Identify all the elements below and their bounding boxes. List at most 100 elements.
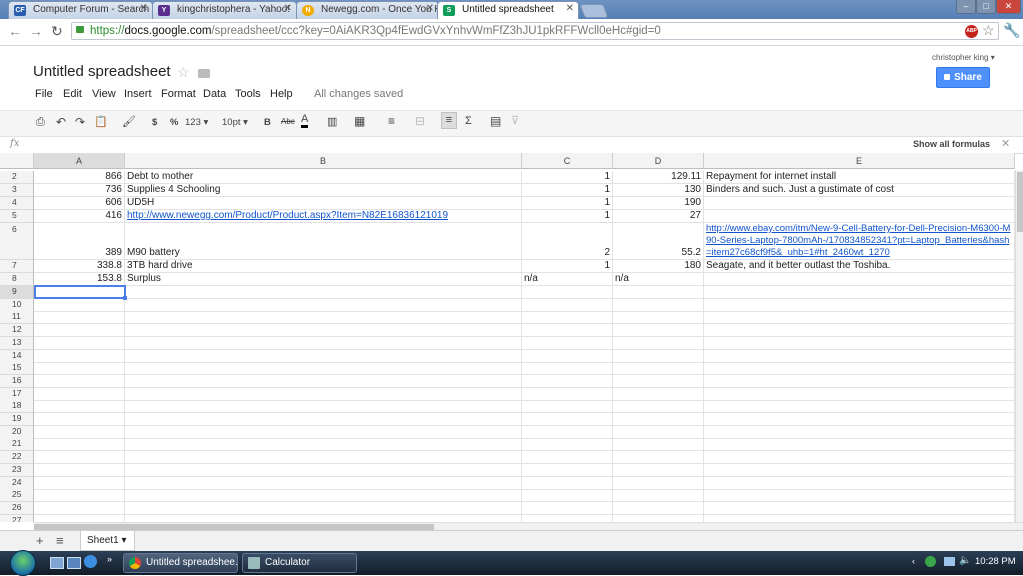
row-header[interactable]: 16	[0, 374, 34, 388]
font-size-dropdown[interactable]: 10pt ▾	[222, 117, 248, 128]
empty-cell[interactable]	[522, 311, 613, 325]
empty-cell[interactable]	[613, 286, 704, 299]
empty-cell[interactable]	[704, 413, 1015, 426]
taskbar-item-calculator[interactable]: Calculator	[242, 553, 357, 573]
row-header[interactable]: 25	[0, 489, 34, 503]
cell-d2[interactable]: 129.11	[613, 171, 704, 184]
row-header[interactable]: 2	[0, 171, 34, 184]
maximize-button[interactable]: □	[976, 0, 996, 14]
row-header[interactable]: 8	[0, 273, 34, 286]
cell-b3[interactable]: Supplies 4 Schooling	[125, 184, 522, 197]
cell-e6-link[interactable]: http://www.ebay.com/itm/New-9-Cell-Batte…	[704, 223, 1015, 260]
row-header[interactable]: 3	[0, 184, 34, 197]
empty-cell[interactable]	[613, 438, 704, 452]
cell-c7[interactable]: 1	[522, 260, 613, 273]
empty-cell[interactable]	[125, 387, 522, 401]
internet-explorer-icon[interactable]	[84, 555, 97, 568]
empty-cell[interactable]	[613, 501, 704, 515]
empty-cell[interactable]	[34, 501, 125, 515]
borders-icon[interactable]: ▦	[354, 114, 365, 128]
empty-cell[interactable]	[125, 501, 522, 515]
cell-b8[interactable]: Surplus	[125, 273, 522, 286]
sheet-list-button[interactable]: ≡	[56, 533, 64, 548]
spreadsheet-grid[interactable]: A B C D E 2 866 Debt to mother 1 129.11 …	[0, 153, 1015, 522]
cell-e4[interactable]	[704, 197, 1015, 210]
row-header[interactable]: 19	[0, 413, 34, 426]
row-header[interactable]: 15	[0, 362, 34, 376]
bold-button[interactable]: B	[264, 117, 271, 128]
empty-cell[interactable]	[613, 425, 704, 439]
sum-button[interactable]: Σ	[465, 115, 472, 127]
empty-cell[interactable]	[522, 336, 613, 350]
empty-cell[interactable]	[704, 463, 1015, 477]
star-icon[interactable]: ☆	[177, 64, 190, 81]
empty-cell[interactable]	[34, 489, 125, 503]
empty-cell[interactable]	[613, 476, 704, 490]
empty-cell[interactable]	[613, 311, 704, 325]
empty-cell[interactable]	[34, 311, 125, 325]
empty-cell[interactable]	[613, 336, 704, 350]
menu-help[interactable]: Help	[270, 88, 293, 100]
empty-cell[interactable]	[125, 413, 522, 426]
empty-cell[interactable]	[125, 425, 522, 439]
empty-cell[interactable]	[125, 324, 522, 338]
row-header[interactable]: 6	[0, 223, 34, 260]
empty-cell[interactable]	[34, 336, 125, 350]
row-header[interactable]: 12	[0, 324, 34, 338]
cell-c8[interactable]: n/a	[522, 273, 613, 286]
empty-cell[interactable]	[522, 514, 613, 522]
empty-cell[interactable]	[125, 451, 522, 465]
empty-cell[interactable]	[613, 374, 704, 388]
row-header[interactable]: 27	[0, 514, 34, 522]
bookmark-star-icon[interactable]: ☆	[982, 22, 995, 39]
empty-cell[interactable]	[613, 451, 704, 465]
empty-cell[interactable]	[522, 413, 613, 426]
empty-cell[interactable]	[704, 286, 1015, 299]
cell-e8[interactable]	[704, 273, 1015, 286]
empty-cell[interactable]	[704, 400, 1015, 414]
show-desktop-icon[interactable]	[50, 557, 64, 569]
cell-a4[interactable]: 606	[34, 197, 125, 210]
vertical-scrollbar[interactable]	[1015, 170, 1023, 522]
selected-cell-a9[interactable]	[34, 285, 126, 299]
formula-bar[interactable]: fx Show all formulas ✕	[0, 137, 1023, 154]
row-header[interactable]: 5	[0, 210, 34, 223]
empty-cell[interactable]	[613, 362, 704, 376]
empty-cell[interactable]	[522, 476, 613, 490]
empty-cell[interactable]	[704, 324, 1015, 338]
empty-cell[interactable]	[704, 425, 1015, 439]
empty-cell[interactable]	[34, 349, 125, 363]
minimize-button[interactable]: –	[956, 0, 976, 14]
row-header[interactable]: 17	[0, 387, 34, 401]
empty-cell[interactable]	[522, 425, 613, 439]
row-header[interactable]: 26	[0, 501, 34, 515]
fill-handle[interactable]	[123, 296, 127, 300]
cell-d4[interactable]: 190	[613, 197, 704, 210]
menu-tools[interactable]: Tools	[235, 88, 261, 100]
menu-data[interactable]: Data	[203, 88, 226, 100]
empty-cell[interactable]	[34, 463, 125, 477]
empty-cell[interactable]	[34, 514, 125, 522]
menu-insert[interactable]: Insert	[124, 88, 152, 100]
empty-cell[interactable]	[34, 324, 125, 338]
empty-cell[interactable]	[125, 362, 522, 376]
close-icon[interactable]: ✕	[1001, 137, 1010, 150]
empty-cell[interactable]	[522, 349, 613, 363]
abp-extension-icon[interactable]: ABP	[965, 25, 978, 38]
start-button[interactable]	[10, 550, 36, 576]
empty-cell[interactable]	[704, 298, 1015, 312]
row-header[interactable]: 4	[0, 197, 34, 210]
cell-b5-link[interactable]: http://www.newegg.com/Product/Product.as…	[125, 210, 522, 223]
number-format-dropdown[interactable]: 123 ▾	[185, 117, 208, 128]
empty-cell[interactable]	[125, 286, 522, 299]
empty-cell[interactable]	[613, 463, 704, 477]
empty-cell[interactable]	[522, 324, 613, 338]
row-header[interactable]: 23	[0, 463, 34, 477]
cell-d5[interactable]: 27	[613, 210, 704, 223]
empty-cell[interactable]	[704, 514, 1015, 522]
cell-b4[interactable]: UD5H	[125, 197, 522, 210]
row-header[interactable]: 7	[0, 260, 34, 273]
wrench-menu-icon[interactable]: 🔧	[1003, 22, 1020, 39]
empty-cell[interactable]	[704, 349, 1015, 363]
print-icon[interactable]: ⎙	[36, 116, 45, 129]
